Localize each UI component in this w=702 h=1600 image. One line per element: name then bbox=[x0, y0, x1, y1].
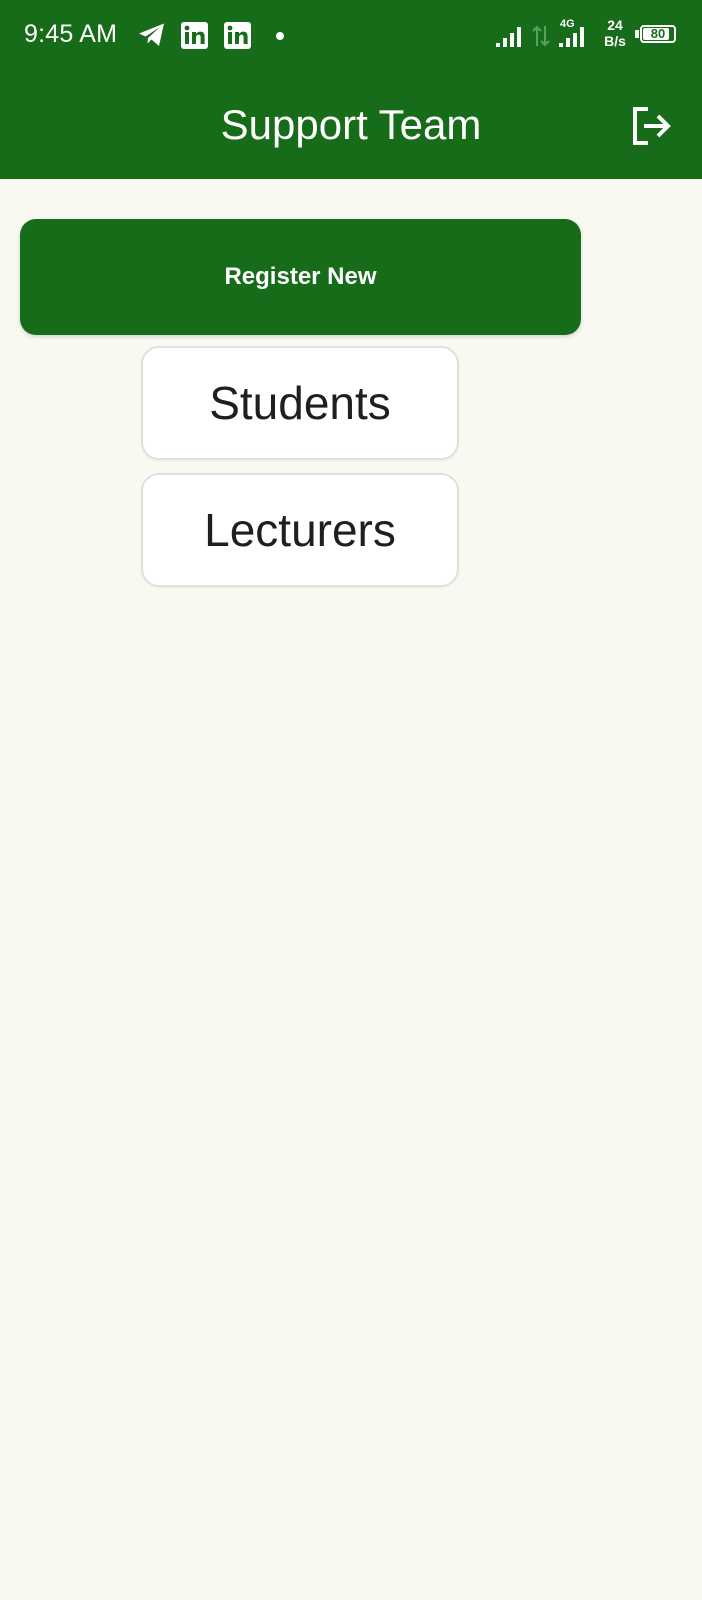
linkedin-icon bbox=[224, 22, 251, 49]
logout-icon bbox=[633, 107, 671, 145]
register-new-button[interactable]: Register New bbox=[20, 219, 581, 335]
students-button[interactable]: Students bbox=[141, 346, 459, 460]
notification-dot-icon bbox=[276, 32, 284, 40]
app-bar: Support Team bbox=[0, 76, 702, 179]
network-speed-unit: B/s bbox=[604, 33, 626, 49]
lecturers-button[interactable]: Lecturers bbox=[141, 473, 459, 587]
network-speed: 24 B/s bbox=[600, 17, 630, 49]
network-speed-value: 24 bbox=[607, 17, 623, 33]
battery-level-text: 80 bbox=[650, 26, 666, 41]
status-time: 9:45 AM bbox=[24, 20, 118, 48]
data-transfer-icon bbox=[532, 25, 550, 47]
signal-icon bbox=[496, 27, 521, 47]
page-title: Support Team bbox=[220, 101, 482, 148]
telegram-icon bbox=[139, 23, 164, 46]
battery-nub bbox=[635, 30, 639, 38]
battery-icon: 80 bbox=[640, 25, 676, 43]
signal-4g-icon bbox=[559, 27, 584, 47]
linkedin-icon bbox=[181, 22, 208, 49]
logout-button[interactable] bbox=[628, 102, 676, 150]
status-bar: 9:45 AM 4G 24 B/s 80 bbox=[0, 0, 702, 76]
